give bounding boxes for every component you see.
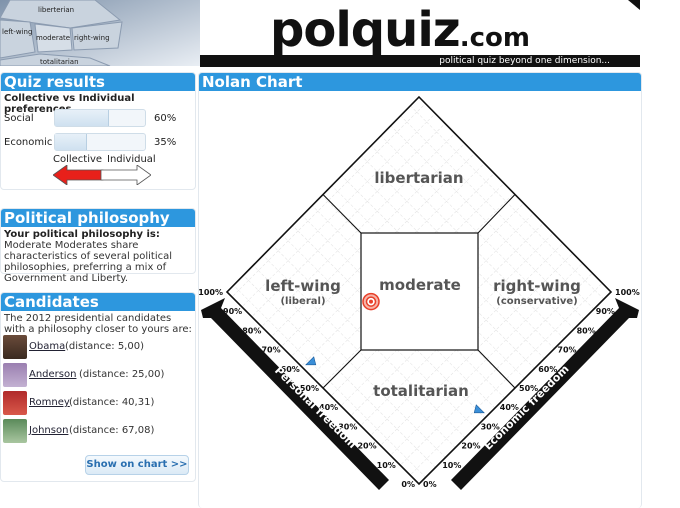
tick-label-right: 100% — [615, 288, 640, 297]
brand-main: polquiz — [270, 2, 461, 58]
economic-bar — [54, 133, 146, 151]
candidates-title: Candidates — [1, 293, 195, 311]
candidates-panel: Candidates The 2012 presidential candida… — [0, 292, 196, 482]
avatar — [3, 419, 27, 443]
economic-label: Economic — [4, 137, 53, 148]
philosophy-value: Moderate — [4, 240, 52, 251]
avatar — [3, 391, 27, 415]
tick-label-left: 100% — [199, 288, 223, 297]
candidate-link[interactable]: Obama — [29, 335, 65, 359]
nolan-chart[interactable]: libertarian left-wing(liberal) moderate rig… — [199, 92, 641, 508]
economic-pct: 35% — [154, 137, 177, 148]
thumb-label-5: totalitarian — [40, 58, 79, 66]
tick-label-right: 10% — [442, 461, 461, 470]
tick-label-right: 70% — [557, 346, 576, 355]
candidate-link[interactable]: Anderson — [29, 363, 76, 387]
tick-label-right: 20% — [461, 442, 480, 451]
region-sublabel-conservative: (conservative) — [496, 296, 578, 307]
tagline-bar: political quiz beyond one dimension... — [200, 55, 640, 67]
social-label: Social — [4, 113, 34, 124]
thumb-label-2: left-wing — [2, 28, 32, 36]
thumb-label-3: moderate — [36, 34, 70, 42]
tick-label-right: 80% — [577, 326, 596, 335]
nolan-chart-title: Nolan Chart — [199, 73, 641, 91]
tick-label-left: 0% — [401, 480, 415, 489]
tick-label-left: 20% — [357, 442, 376, 451]
region-label-libertarian: libertarian — [374, 169, 463, 187]
quiz-results-title: Quiz results — [1, 73, 195, 91]
region-label-totalitarian: totalitarian — [373, 382, 469, 400]
candidate-distance: (distance: 67,08) — [69, 425, 155, 436]
candidate-distance: (distance: 25,00) — [79, 369, 165, 380]
region-label-left-wing: left-wing — [265, 277, 341, 295]
tick-label-left: 10% — [377, 461, 396, 470]
collective-individual-arrow-icon — [53, 165, 151, 185]
region-label-moderate: moderate — [379, 276, 461, 294]
candidate-link[interactable]: Romney — [29, 391, 70, 415]
philosophy-body: Your political philosophy is: Moderate M… — [1, 227, 195, 286]
individual-label: Individual — [107, 154, 156, 165]
candidate-distance: (distance: 5,00) — [65, 341, 144, 352]
economic-bar-fill — [55, 134, 87, 150]
nolan-thumbnail-logo[interactable]: liberterian left-wing moderate right-win… — [0, 0, 200, 66]
quiz-results-panel: Quiz results Collective vs Individual pr… — [0, 72, 196, 190]
philosophy-title: Political philosophy — [1, 209, 195, 227]
candidates-intro: The 2012 presidential candidates with a … — [4, 313, 192, 335]
social-bar — [54, 109, 146, 127]
corner-decoration — [628, 0, 640, 10]
show-on-chart-button[interactable]: Show on chart >> — [85, 455, 189, 475]
avatar — [3, 335, 27, 359]
social-bar-fill — [55, 110, 109, 126]
candidate-link[interactable]: Johnson — [29, 419, 68, 443]
brand-suffix: .com — [459, 23, 530, 53]
region-label-right-wing: right-wing — [493, 277, 581, 295]
user-position-dot — [369, 299, 373, 304]
philosophy-panel: Political philosophy Your political phil… — [0, 208, 196, 284]
collective-label: Collective — [53, 154, 103, 165]
tick-label-right: 90% — [596, 307, 615, 316]
thumb-label-1: liberterian — [38, 6, 74, 14]
tagline: political quiz beyond one dimension... — [439, 56, 610, 66]
region-sublabel-liberal: (liberal) — [280, 296, 325, 307]
social-pct: 60% — [154, 113, 177, 124]
site-header: liberterian left-wing moderate right-win… — [0, 0, 680, 68]
philosophy-lead: Your political philosophy is: — [4, 229, 160, 240]
tick-label-right: 0% — [423, 480, 437, 489]
candidate-distance: (distance: 40,31) — [69, 397, 155, 408]
nolan-chart-panel: Nolan Chart libertarian left-wing (liberal… — [198, 72, 642, 508]
avatar — [3, 363, 27, 387]
thumb-label-4: right-wing — [74, 34, 110, 42]
